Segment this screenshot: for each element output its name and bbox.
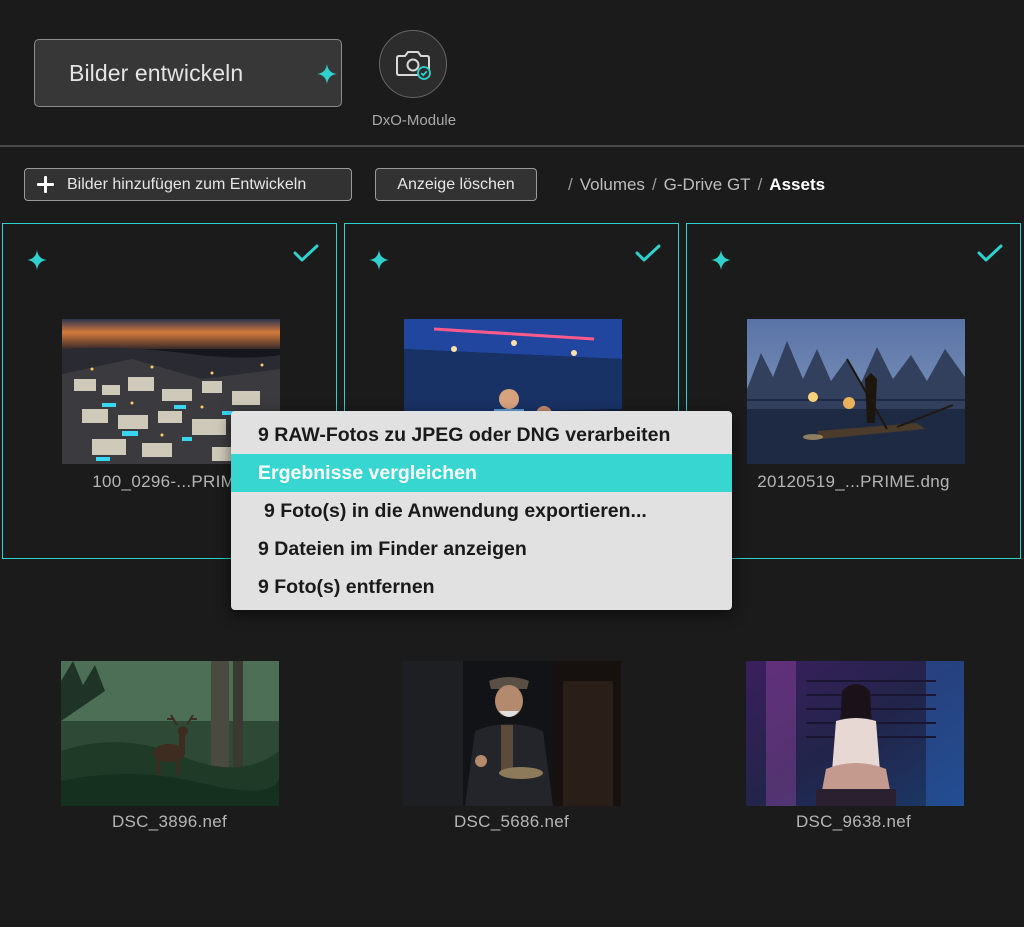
- dxo-modules-label: DxO-Module: [371, 112, 457, 129]
- breadcrumb-g-drive[interactable]: G-Drive GT: [664, 175, 751, 195]
- sparkle-icon: [369, 250, 389, 270]
- photo-filename: 20120519_...PRIME.dng: [757, 472, 950, 491]
- develop-images-button[interactable]: Bilder entwickeln: [34, 39, 342, 107]
- menu-item-remove-photos[interactable]: 9 Foto(s) entfernen: [231, 568, 732, 606]
- photo-filename: DSC_5686.nef: [453, 812, 570, 831]
- clear-view-label: Anzeige löschen: [397, 175, 515, 193]
- photo-thumbnail: [747, 319, 965, 464]
- photo-tile[interactable]: DSC_9638.nef: [686, 556, 1021, 831]
- camera-check-icon: [396, 51, 431, 80]
- top-bar: Bilder entwickeln DxO-Module: [0, 0, 1024, 146]
- menu-item-export-to-app[interactable]: 9 Foto(s) in die Anwendung exportieren..…: [231, 492, 732, 530]
- breadcrumb-assets[interactable]: Assets: [769, 175, 825, 195]
- divider: [0, 145, 1024, 147]
- checkmark-icon[interactable]: [293, 243, 319, 263]
- dxo-modules-button[interactable]: [379, 30, 447, 98]
- photo-filename: DSC_9638.nef: [795, 812, 912, 831]
- develop-images-label: Bilder entwickeln: [69, 59, 244, 86]
- context-menu: 9 RAW-Fotos zu JPEG oder DNG verarbeiten…: [231, 411, 732, 610]
- checkmark-icon[interactable]: [977, 243, 1003, 263]
- photo-thumbnail: [746, 661, 964, 806]
- sparkle-icon: [317, 64, 337, 84]
- photo-thumbnail: [61, 661, 279, 806]
- checkmark-icon[interactable]: [635, 243, 661, 263]
- photo-thumbnail: [403, 661, 621, 806]
- breadcrumb: / Volumes / G-Drive GT / Assets: [568, 175, 826, 195]
- photo-filename: DSC_3896.nef: [111, 812, 228, 831]
- clear-view-button[interactable]: Anzeige löschen: [375, 168, 537, 201]
- menu-item-process-raw[interactable]: 9 RAW-Fotos zu JPEG oder DNG verarbeiten: [231, 416, 732, 454]
- breadcrumb-volumes[interactable]: Volumes: [580, 175, 645, 195]
- add-images-label: Bilder hinzufügen zum Entwickeln: [67, 175, 307, 193]
- photo-tile[interactable]: 20120519_...PRIME.dng: [686, 223, 1021, 559]
- sparkle-icon: [711, 250, 731, 270]
- plus-icon: [37, 176, 54, 193]
- menu-item-compare-results[interactable]: Ergebnisse vergleichen: [231, 454, 732, 492]
- add-images-button[interactable]: Bilder hinzufügen zum Entwickeln: [24, 168, 352, 201]
- menu-item-show-in-finder[interactable]: 9 Dateien im Finder anzeigen: [231, 530, 732, 568]
- sparkle-icon: [27, 250, 47, 270]
